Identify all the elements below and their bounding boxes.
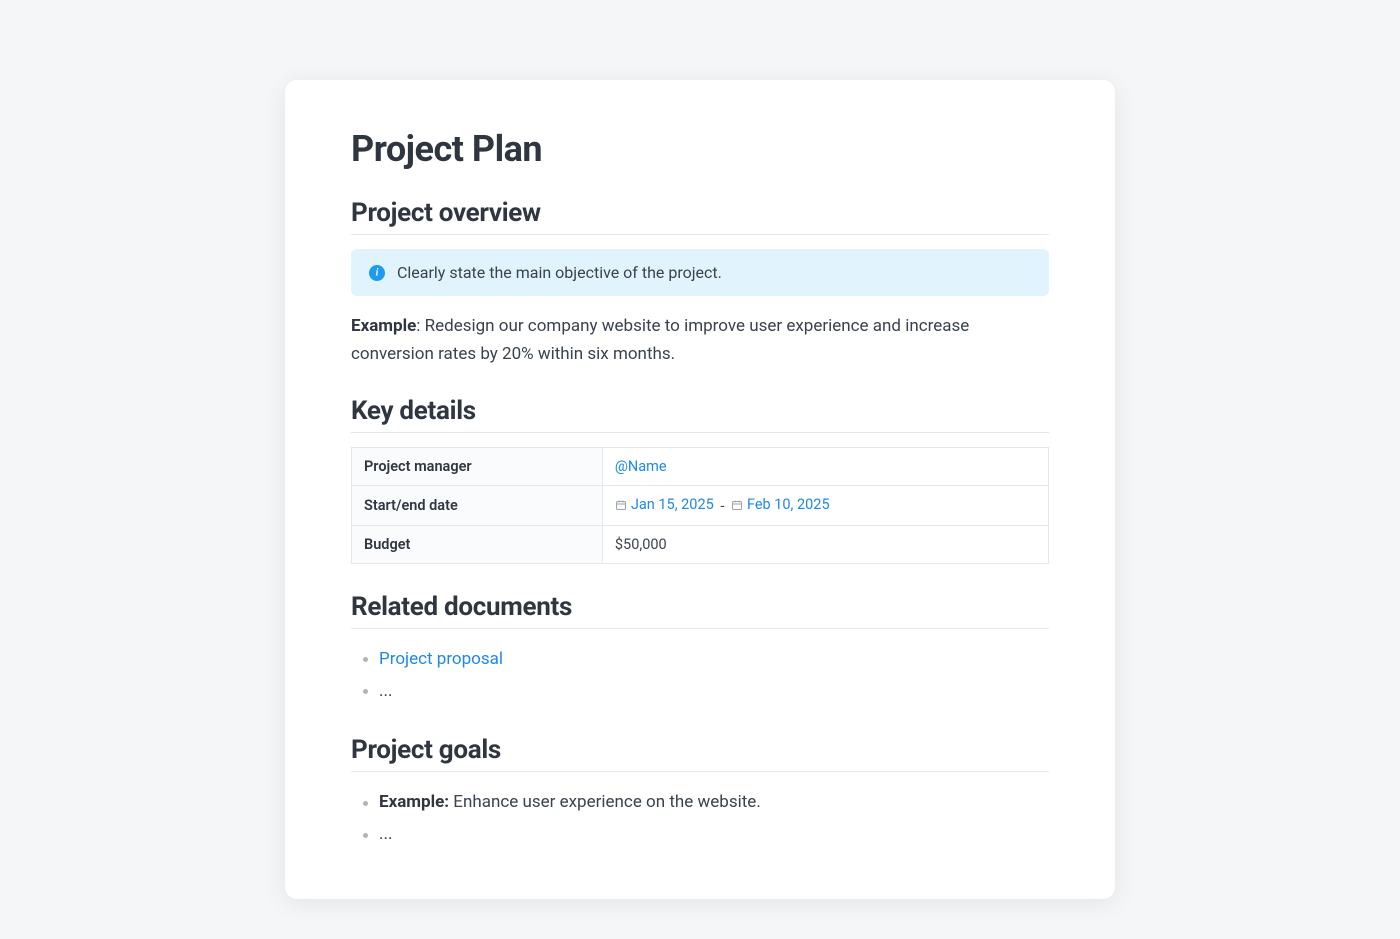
- date-separator: -: [717, 498, 731, 515]
- calendar-icon: [731, 499, 743, 511]
- example-label: Example: [351, 316, 416, 336]
- calendar-icon: [615, 499, 627, 511]
- dates-value-cell: Jan 15, 2025 - Feb 10, 2025: [602, 486, 1048, 526]
- manager-value-cell: @Name: [602, 448, 1048, 486]
- related-doc-link[interactable]: Project proposal: [379, 649, 503, 669]
- list-item-placeholder: ...: [363, 818, 1049, 850]
- info-callout: Clearly state the main objective of the …: [351, 249, 1049, 296]
- table-row: Budget $50,000: [352, 525, 1049, 563]
- budget-label: Budget: [352, 525, 603, 563]
- callout-text: Clearly state the main objective of the …: [397, 263, 722, 282]
- dates-label: Start/end date: [352, 486, 603, 526]
- section-heading-key-details: Key details: [351, 396, 1049, 433]
- page-title: Project Plan: [351, 128, 1049, 170]
- list-item: Example: Enhance user experience on the …: [363, 786, 1049, 818]
- overview-example-paragraph: Example: Redesign our company website to…: [351, 312, 1049, 368]
- key-details-table: Project manager @Name Start/end date Jan…: [351, 447, 1049, 564]
- goal-example-label: Example:: [379, 792, 449, 812]
- budget-value: $50,000: [602, 525, 1048, 563]
- end-date-text: Feb 10, 2025: [747, 496, 830, 513]
- table-row: Project manager @Name: [352, 448, 1049, 486]
- section-heading-goals: Project goals: [351, 735, 1049, 772]
- manager-label: Project manager: [352, 448, 603, 486]
- document-card: Project Plan Project overview Clearly st…: [285, 80, 1115, 899]
- list-item: Project proposal: [363, 643, 1049, 675]
- table-row: Start/end date Jan 15, 2025 - Feb 10, 20…: [352, 486, 1049, 526]
- related-docs-list: Project proposal ...: [351, 643, 1049, 708]
- end-date-chip[interactable]: Feb 10, 2025: [731, 496, 830, 513]
- section-heading-related: Related documents: [351, 592, 1049, 629]
- section-heading-overview: Project overview: [351, 198, 1049, 235]
- start-date-text: Jan 15, 2025: [631, 496, 714, 513]
- info-icon: [369, 265, 385, 281]
- goals-list: Example: Enhance user experience on the …: [351, 786, 1049, 851]
- mention-link[interactable]: @Name: [615, 458, 667, 475]
- list-item-placeholder: ...: [363, 675, 1049, 707]
- goal-example-text: Enhance user experience on the website.: [449, 792, 761, 812]
- start-date-chip[interactable]: Jan 15, 2025: [615, 496, 714, 513]
- example-text: : Redesign our company website to improv…: [351, 316, 969, 364]
